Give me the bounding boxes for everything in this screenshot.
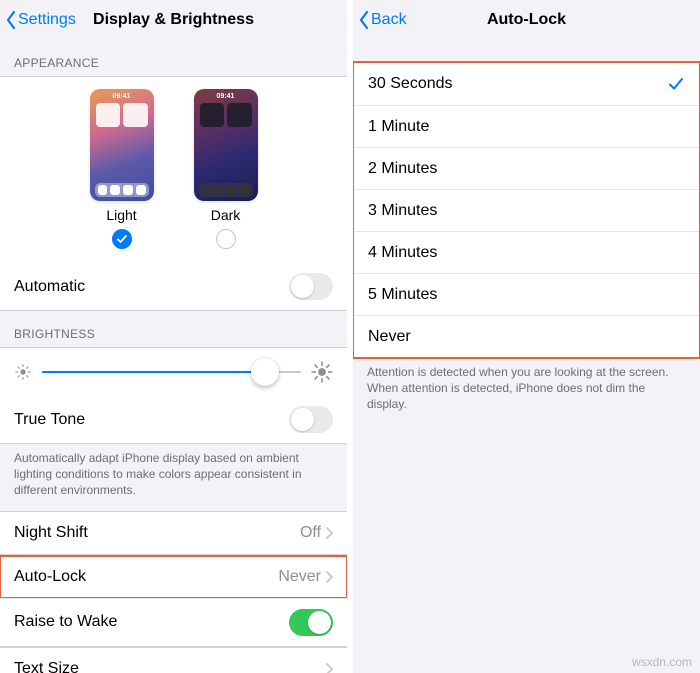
sun-low-icon [14, 363, 32, 381]
brightness-group: True Tone [0, 347, 347, 444]
text-group: Text Size Bold Text [0, 647, 347, 673]
dark-thumbnail: 09:41 [194, 89, 258, 201]
dark-radio[interactable] [216, 229, 236, 249]
attention-footnote: Attention is detected when you are looki… [353, 358, 700, 425]
automatic-row[interactable]: Automatic [0, 263, 347, 310]
autolock-option-label: 2 Minutes [368, 160, 437, 178]
raise-to-wake-toggle[interactable] [289, 609, 333, 636]
autolock-wake-group: Auto-Lock Never Raise to Wake [0, 555, 347, 647]
text-size-row[interactable]: Text Size [0, 648, 347, 673]
back-button-right[interactable]: Back [353, 10, 407, 30]
watermark: wsxdn.com [632, 655, 692, 669]
brightness-header: BRIGHTNESS [0, 311, 347, 347]
theme-dark[interactable]: 09:41 Dark [194, 89, 258, 249]
check-icon [116, 233, 128, 245]
autolock-option[interactable]: 2 Minutes [354, 147, 699, 189]
display-brightness-pane: Settings Display & Brightness APPEARANCE… [0, 0, 347, 673]
chevron-right-icon [325, 663, 333, 673]
autolock-row[interactable]: Auto-Lock Never [0, 556, 347, 598]
chevron-right-icon [325, 571, 333, 583]
autolock-value: Never [278, 568, 321, 586]
nightshift-value: Off [300, 524, 321, 542]
check-icon [667, 75, 685, 93]
appearance-group: 09:41 Light 09:41 Dark Automatic [0, 76, 347, 311]
autolock-option[interactable]: 1 Minute [354, 105, 699, 147]
autolock-options-group: 30 Seconds 1 Minute 2 Minutes 3 Minutes 4 Mi… [353, 61, 700, 359]
autolock-option[interactable]: 3 Minutes [354, 189, 699, 231]
back-label-right: Back [371, 11, 407, 29]
automatic-toggle[interactable] [289, 273, 333, 300]
chevron-left-icon [4, 10, 18, 30]
chevron-right-icon [325, 527, 333, 539]
autolock-option-label: 1 Minute [368, 118, 429, 136]
truetone-footnote: Automatically adapt iPhone display based… [0, 444, 347, 511]
raise-to-wake-row[interactable]: Raise to Wake [0, 598, 347, 646]
truetone-toggle[interactable] [289, 406, 333, 433]
appearance-header: APPEARANCE [0, 40, 347, 76]
sun-high-icon [311, 361, 333, 383]
autolock-option-label: 30 Seconds [368, 75, 453, 93]
dark-label: Dark [211, 207, 241, 223]
nightshift-group: Night Shift Off [0, 511, 347, 555]
autolock-option-label: 5 Minutes [368, 286, 437, 304]
light-thumbnail: 09:41 [90, 89, 154, 201]
brightness-slider[interactable] [42, 358, 301, 386]
brightness-slider-row [0, 348, 347, 396]
chevron-left-icon [357, 10, 371, 30]
light-radio[interactable] [112, 229, 132, 249]
truetone-label: True Tone [14, 411, 85, 429]
navbar-right: Back Auto-Lock [353, 0, 700, 40]
raise-to-wake-label: Raise to Wake [14, 613, 117, 631]
autolock-label: Auto-Lock [14, 568, 86, 586]
nightshift-label: Night Shift [14, 524, 88, 542]
autolock-option[interactable]: 4 Minutes [354, 231, 699, 273]
autolock-option-label: 3 Minutes [368, 202, 437, 220]
automatic-label: Automatic [14, 278, 85, 296]
autolock-option-label: 4 Minutes [368, 244, 437, 262]
truetone-row[interactable]: True Tone [0, 396, 347, 443]
autolock-option[interactable]: 5 Minutes [354, 273, 699, 315]
autolock-option[interactable]: Never [354, 315, 699, 357]
autolock-pane: Back Auto-Lock 30 Seconds 1 Minute 2 Minut… [353, 0, 700, 673]
autolock-option[interactable]: 30 Seconds [354, 63, 699, 105]
nightshift-row[interactable]: Night Shift Off [0, 512, 347, 554]
navbar-left: Settings Display & Brightness [0, 0, 347, 40]
light-label: Light [106, 207, 136, 223]
back-to-settings[interactable]: Settings [0, 10, 76, 30]
text-size-label: Text Size [14, 660, 79, 673]
back-label: Settings [18, 11, 76, 29]
theme-light[interactable]: 09:41 Light [90, 89, 154, 249]
autolock-option-label: Never [368, 328, 411, 346]
